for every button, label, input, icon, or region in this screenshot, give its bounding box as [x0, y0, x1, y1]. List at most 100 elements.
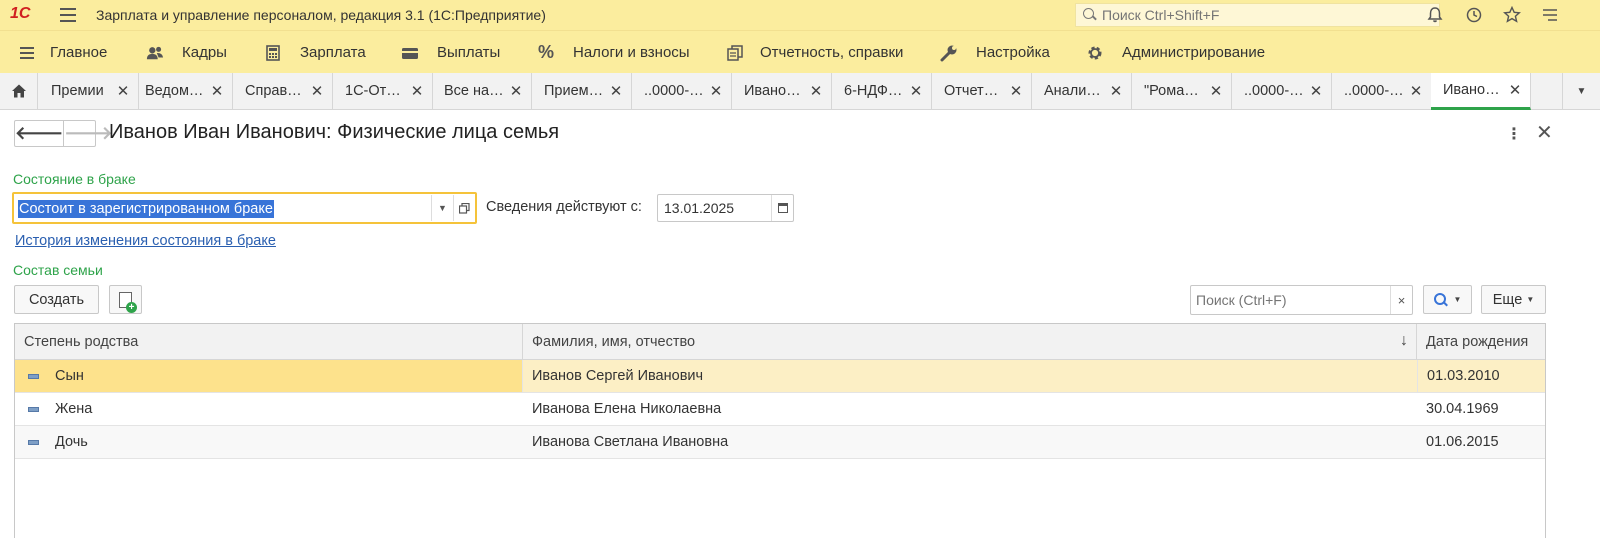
- open-windows-tabs: Премии ✕ Ведом… ✕ Справ… ✕ 1С-От… ✕ Все на… ✕…: [0, 73, 1600, 110]
- tab-label: Справ…: [245, 83, 302, 99]
- table-row[interactable]: Жена Иванова Елена Николаевна 30.04.1969: [15, 393, 1545, 426]
- search-button[interactable]: ▼: [1423, 285, 1472, 314]
- table-row[interactable]: Сын Иванов Сергей Иванович 01.03.2010: [15, 360, 1545, 393]
- close-icon[interactable]: ✕: [210, 82, 224, 100]
- calculator-icon: [264, 44, 282, 62]
- close-icon[interactable]: ✕: [1508, 81, 1522, 99]
- navigation-buttons: 🡐 🡒: [14, 120, 113, 147]
- effective-date-value[interactable]: 13.01.2025: [658, 200, 771, 216]
- column-header-label: Фамилия, имя, отчество: [532, 334, 696, 350]
- tab-2[interactable]: Справ… ✕: [233, 73, 333, 109]
- tab-6[interactable]: ..0000-… ✕: [632, 73, 732, 109]
- close-icon[interactable]: ✕: [609, 82, 623, 100]
- column-header-birth[interactable]: Дата рождения: [1417, 324, 1545, 360]
- settings-menu-icon[interactable]: [1540, 5, 1560, 25]
- tab-label: Анали…: [1044, 83, 1101, 99]
- relation-cell: Сын: [55, 368, 84, 384]
- main-menu-icon[interactable]: [60, 8, 76, 22]
- tab-label: Прием…: [544, 83, 604, 99]
- global-search-input[interactable]: [1102, 7, 1422, 23]
- column-header-relation[interactable]: Степень родства: [15, 324, 523, 360]
- more-button-label: Еще: [1492, 291, 1523, 308]
- tab-5[interactable]: Прием… ✕: [532, 73, 632, 109]
- history-icon[interactable]: [1464, 5, 1484, 25]
- close-icon[interactable]: ✕: [1009, 82, 1023, 100]
- section-label: Отчетность, справки: [760, 44, 904, 61]
- close-form-icon[interactable]: ✕: [1536, 120, 1553, 145]
- list-search-input[interactable]: [1191, 292, 1390, 308]
- table-header: Степень родства Фамилия, имя, отчество ↓…: [15, 324, 1545, 360]
- marital-status-field[interactable]: Состоит в зарегистрированном браке ▼: [12, 192, 477, 224]
- section-label: Администрирование: [1122, 44, 1266, 61]
- section-payments[interactable]: Выплаты: [401, 31, 500, 74]
- star-icon[interactable]: [1502, 5, 1522, 25]
- app-logo: 1С: [10, 5, 31, 22]
- column-header-name[interactable]: Фамилия, имя, отчество ↓: [523, 324, 1417, 360]
- close-icon[interactable]: ✕: [1409, 82, 1423, 100]
- tab-3[interactable]: 1С-От… ✕: [333, 73, 433, 109]
- section-label: Налоги и взносы: [573, 44, 690, 61]
- tab-12[interactable]: ..0000-… ✕: [1232, 73, 1332, 109]
- close-icon[interactable]: ✕: [116, 82, 130, 100]
- section-hr[interactable]: Кадры: [146, 31, 227, 74]
- close-icon[interactable]: ✕: [410, 82, 424, 100]
- documents-icon: [726, 44, 744, 62]
- back-arrow-icon[interactable]: 🡐: [15, 121, 65, 146]
- section-reports[interactable]: Отчетность, справки: [726, 31, 903, 74]
- forward-arrow-icon[interactable]: 🡒: [64, 121, 112, 146]
- more-vertical-icon[interactable]: ⋮: [1506, 124, 1522, 144]
- row-record-icon: [28, 439, 39, 445]
- marital-status-value-wrap[interactable]: Состоит в зарегистрированном браке: [14, 199, 431, 218]
- close-icon[interactable]: ✕: [1309, 82, 1323, 100]
- tab-label: "Рома…: [1144, 83, 1199, 99]
- marital-status-value[interactable]: Состоит в зарегистрированном браке: [18, 199, 274, 218]
- family-composition-label: Состав семьи: [13, 262, 103, 278]
- close-icon[interactable]: ✕: [709, 82, 723, 100]
- tab-10[interactable]: Анали… ✕: [1032, 73, 1132, 109]
- close-icon[interactable]: ✕: [509, 82, 523, 100]
- dropdown-arrow-icon[interactable]: ▼: [431, 195, 453, 221]
- search-icon: [1433, 292, 1448, 307]
- effective-date-field[interactable]: 13.01.2025: [657, 194, 794, 222]
- table-row[interactable]: Дочь Иванова Светлана Ивановна 01.06.201…: [15, 426, 1545, 459]
- tab-7[interactable]: Ивано… ✕: [732, 73, 832, 109]
- marital-history-link[interactable]: История изменения состояния в браке: [15, 233, 276, 249]
- tab-9[interactable]: Отчет… ✕: [932, 73, 1032, 109]
- section-admin[interactable]: Администрирование: [1086, 31, 1265, 74]
- tab-8[interactable]: 6-НДФ… ✕: [832, 73, 932, 109]
- tab-0[interactable]: Премии ✕: [39, 73, 139, 109]
- clear-icon[interactable]: ×: [1390, 286, 1412, 314]
- close-icon[interactable]: ✕: [909, 82, 923, 100]
- section-label: Кадры: [182, 44, 227, 61]
- more-button[interactable]: Еще ▼: [1481, 285, 1546, 314]
- tab-label: ..0000-…: [1344, 83, 1404, 99]
- calendar-icon[interactable]: [771, 195, 793, 221]
- close-icon[interactable]: ✕: [1209, 82, 1223, 100]
- close-icon[interactable]: ✕: [1109, 82, 1123, 100]
- tab-13[interactable]: ..0000-… ✕: [1332, 73, 1432, 109]
- create-button[interactable]: Создать: [14, 285, 99, 314]
- global-search[interactable]: [1075, 3, 1440, 27]
- name-cell: Иванова Светлана Ивановна: [532, 434, 729, 450]
- bell-icon[interactable]: [1425, 5, 1445, 25]
- add-document-button[interactable]: [109, 285, 142, 314]
- section-salary[interactable]: Зарплата: [264, 31, 366, 74]
- tab-14-active[interactable]: Ивано… ✕: [1431, 73, 1531, 110]
- close-icon[interactable]: ✕: [310, 82, 324, 100]
- home-icon[interactable]: [0, 73, 38, 109]
- chevron-down-icon[interactable]: ▼: [1562, 73, 1600, 109]
- tab-4[interactable]: Все на… ✕: [432, 73, 532, 109]
- row-record-icon: [28, 406, 39, 412]
- tab-label: ..0000-…: [644, 83, 704, 99]
- section-settings[interactable]: Настройка: [940, 31, 1050, 74]
- section-label: Зарплата: [300, 44, 366, 61]
- tab-label: Ведом…: [145, 83, 204, 99]
- tab-11[interactable]: "Рома… ✕: [1132, 73, 1232, 109]
- tab-1[interactable]: Ведом… ✕: [133, 73, 233, 109]
- list-search-field[interactable]: ×: [1190, 285, 1413, 315]
- section-taxes[interactable]: % Налоги и взносы: [537, 31, 690, 74]
- section-main[interactable]: Главное: [18, 31, 107, 74]
- close-icon[interactable]: ✕: [809, 82, 823, 100]
- open-icon[interactable]: [453, 195, 475, 221]
- section-label: Настройка: [976, 44, 1050, 61]
